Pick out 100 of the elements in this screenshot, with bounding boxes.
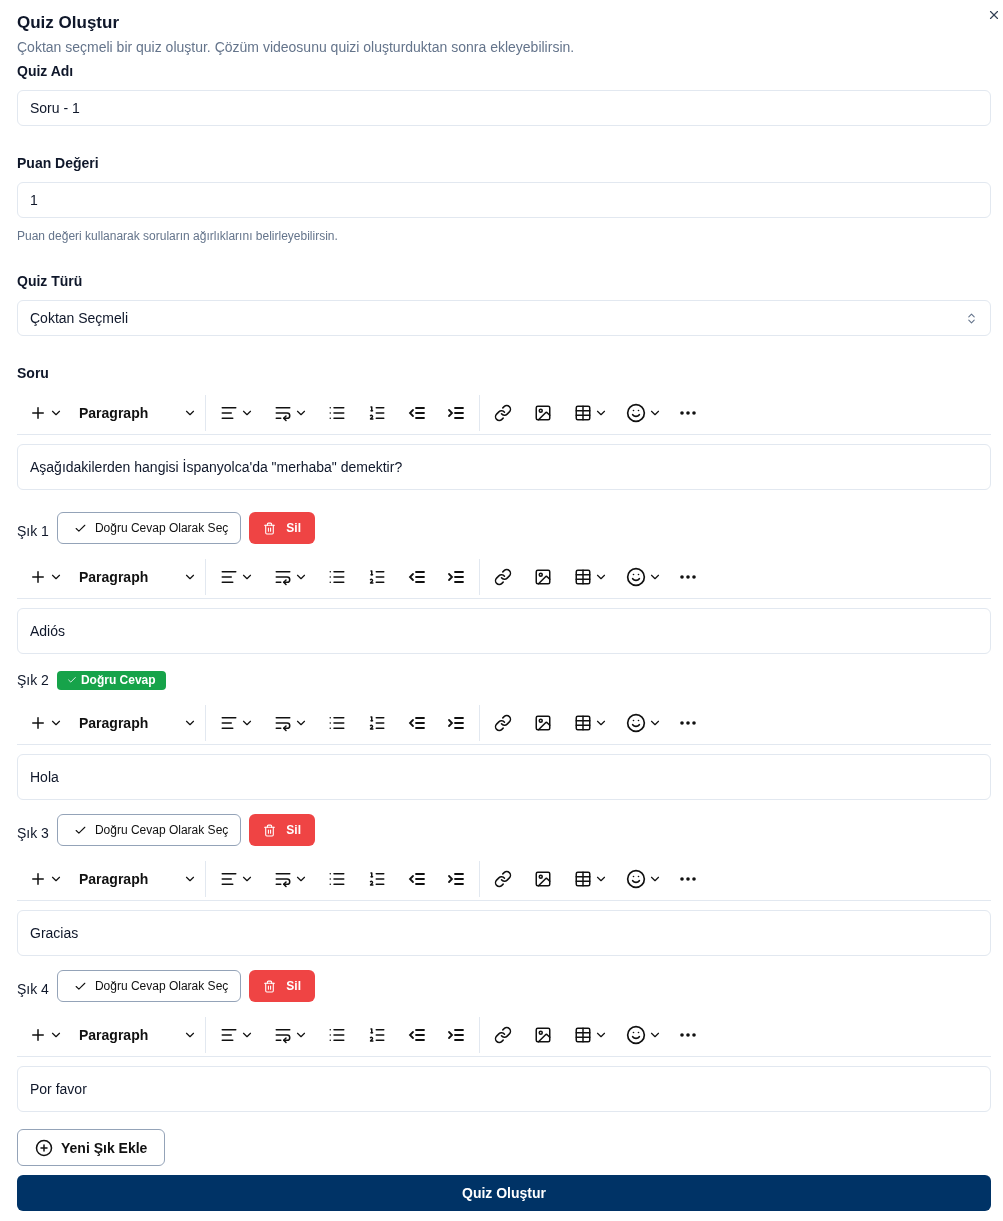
image-button[interactable] — [534, 870, 552, 888]
up-down-icon — [965, 311, 978, 325]
bullet-list-icon — [328, 714, 346, 732]
link-button[interactable] — [494, 404, 512, 422]
outdent-button[interactable] — [408, 404, 426, 422]
bullet-list-button[interactable] — [328, 1026, 346, 1044]
numbered-list-icon — [368, 870, 386, 888]
more-button[interactable] — [680, 721, 696, 725]
bullet-list-icon — [328, 1026, 346, 1044]
delete-button[interactable]: Sil — [249, 814, 315, 846]
mark-correct-button[interactable]: Doğru Cevap Olarak Seç — [56, 814, 242, 846]
submit-button[interactable]: Quiz Oluştur — [17, 1175, 991, 1211]
bullet-list-button[interactable] — [328, 404, 346, 422]
table-button[interactable] — [574, 870, 608, 888]
bullet-list-button[interactable] — [328, 568, 346, 586]
align-button[interactable] — [220, 1026, 254, 1044]
insert-button[interactable] — [29, 404, 63, 422]
more-button[interactable] — [680, 1033, 696, 1037]
text-field[interactable]: 1 — [17, 182, 991, 218]
table-button[interactable] — [574, 404, 608, 422]
delete-button[interactable]: Sil — [249, 970, 315, 1002]
plus-icon — [29, 870, 47, 888]
wrap-button[interactable] — [274, 714, 308, 732]
indent-button[interactable] — [447, 1026, 465, 1044]
indent-button[interactable] — [447, 404, 465, 422]
wrap-button[interactable] — [274, 568, 308, 586]
bullet-list-button[interactable] — [328, 870, 346, 888]
dialog-title: Quiz Oluştur — [17, 12, 120, 34]
delete-button[interactable]: Sil — [249, 512, 315, 544]
editor-field[interactable]: Hola — [17, 754, 991, 800]
emoji-button[interactable] — [626, 567, 662, 587]
bullet-list-icon — [328, 568, 346, 586]
wrap-text-icon — [274, 568, 292, 586]
dialog-description: Çoktan seçmeli bir quiz oluştur. Çözüm videosunu quizi oluşturduktan sonra ekleyebilirsin. — [17, 38, 576, 56]
numbered-list-button[interactable] — [368, 404, 386, 422]
table-button[interactable] — [574, 714, 608, 732]
indent-button[interactable] — [447, 870, 465, 888]
outdent-button[interactable] — [408, 870, 426, 888]
block-style-select[interactable]: Paragraph — [79, 715, 197, 731]
wrap-text-icon — [274, 1026, 292, 1044]
block-style-select[interactable]: Paragraph — [79, 1027, 197, 1043]
align-button[interactable] — [220, 870, 254, 888]
field-label: Quiz Türü — [17, 272, 84, 290]
block-style-select[interactable]: Paragraph — [79, 405, 197, 421]
numbered-list-button[interactable] — [368, 870, 386, 888]
link-icon — [494, 714, 512, 732]
emoji-button[interactable] — [626, 869, 662, 889]
emoji-button[interactable] — [626, 713, 662, 733]
insert-button[interactable] — [29, 714, 63, 732]
indent-button[interactable] — [447, 714, 465, 732]
numbered-list-button[interactable] — [368, 568, 386, 586]
image-button[interactable] — [534, 568, 552, 586]
outdent-button[interactable] — [408, 714, 426, 732]
editor-field[interactable]: Gracias — [17, 910, 991, 956]
numbered-list-button[interactable] — [368, 714, 386, 732]
field-label: Quiz Adı — [17, 62, 75, 80]
option-label: Şık 4 — [17, 981, 49, 997]
align-button[interactable] — [220, 714, 254, 732]
insert-button[interactable] — [29, 1026, 63, 1044]
outdent-button[interactable] — [408, 1026, 426, 1044]
mark-correct-button[interactable]: Doğru Cevap Olarak Seç — [56, 512, 242, 544]
insert-button[interactable] — [29, 870, 63, 888]
indent-button[interactable] — [447, 568, 465, 586]
link-button[interactable] — [494, 870, 512, 888]
select-field[interactable]: Çoktan Seçmeli — [17, 300, 991, 336]
image-button[interactable] — [534, 404, 552, 422]
block-style-select[interactable]: Paragraph — [79, 871, 197, 887]
wrap-button[interactable] — [274, 1026, 308, 1044]
link-button[interactable] — [494, 568, 512, 586]
mark-correct-button[interactable]: Doğru Cevap Olarak Seç — [56, 970, 242, 1002]
table-button[interactable] — [574, 1026, 608, 1044]
emoji-button[interactable] — [626, 1025, 662, 1045]
emoji-button[interactable] — [626, 403, 662, 423]
image-button[interactable] — [534, 714, 552, 732]
editor-field[interactable]: Por favor — [17, 1066, 991, 1112]
align-left-icon — [220, 404, 238, 422]
block-style-select[interactable]: Paragraph — [79, 569, 197, 585]
insert-button[interactable] — [29, 568, 63, 586]
link-icon — [494, 1026, 512, 1044]
text-field[interactable]: Soru - 1 — [17, 90, 991, 126]
outdent-button[interactable] — [408, 568, 426, 586]
editor-field[interactable]: Adiós — [17, 608, 991, 654]
align-button[interactable] — [220, 404, 254, 422]
wrap-button[interactable] — [274, 870, 308, 888]
field-label: Puan Değeri — [17, 154, 100, 172]
indent-icon — [447, 714, 465, 732]
more-button[interactable] — [680, 877, 696, 881]
add-option-button[interactable]: Yeni Şık Ekle — [17, 1129, 166, 1166]
more-button[interactable] — [680, 411, 696, 415]
link-button[interactable] — [494, 1026, 512, 1044]
align-button[interactable] — [220, 568, 254, 586]
table-button[interactable] — [574, 568, 608, 586]
bullet-list-button[interactable] — [328, 714, 346, 732]
more-button[interactable] — [680, 575, 696, 579]
editor-field[interactable]: Aşağıdakilerden hangisi İspanyolca'da "merhaba" demektir? — [17, 444, 991, 490]
numbered-list-button[interactable] — [368, 1026, 386, 1044]
numbered-list-icon — [368, 404, 386, 422]
link-button[interactable] — [494, 714, 512, 732]
wrap-button[interactable] — [274, 404, 308, 422]
image-button[interactable] — [534, 1026, 552, 1044]
